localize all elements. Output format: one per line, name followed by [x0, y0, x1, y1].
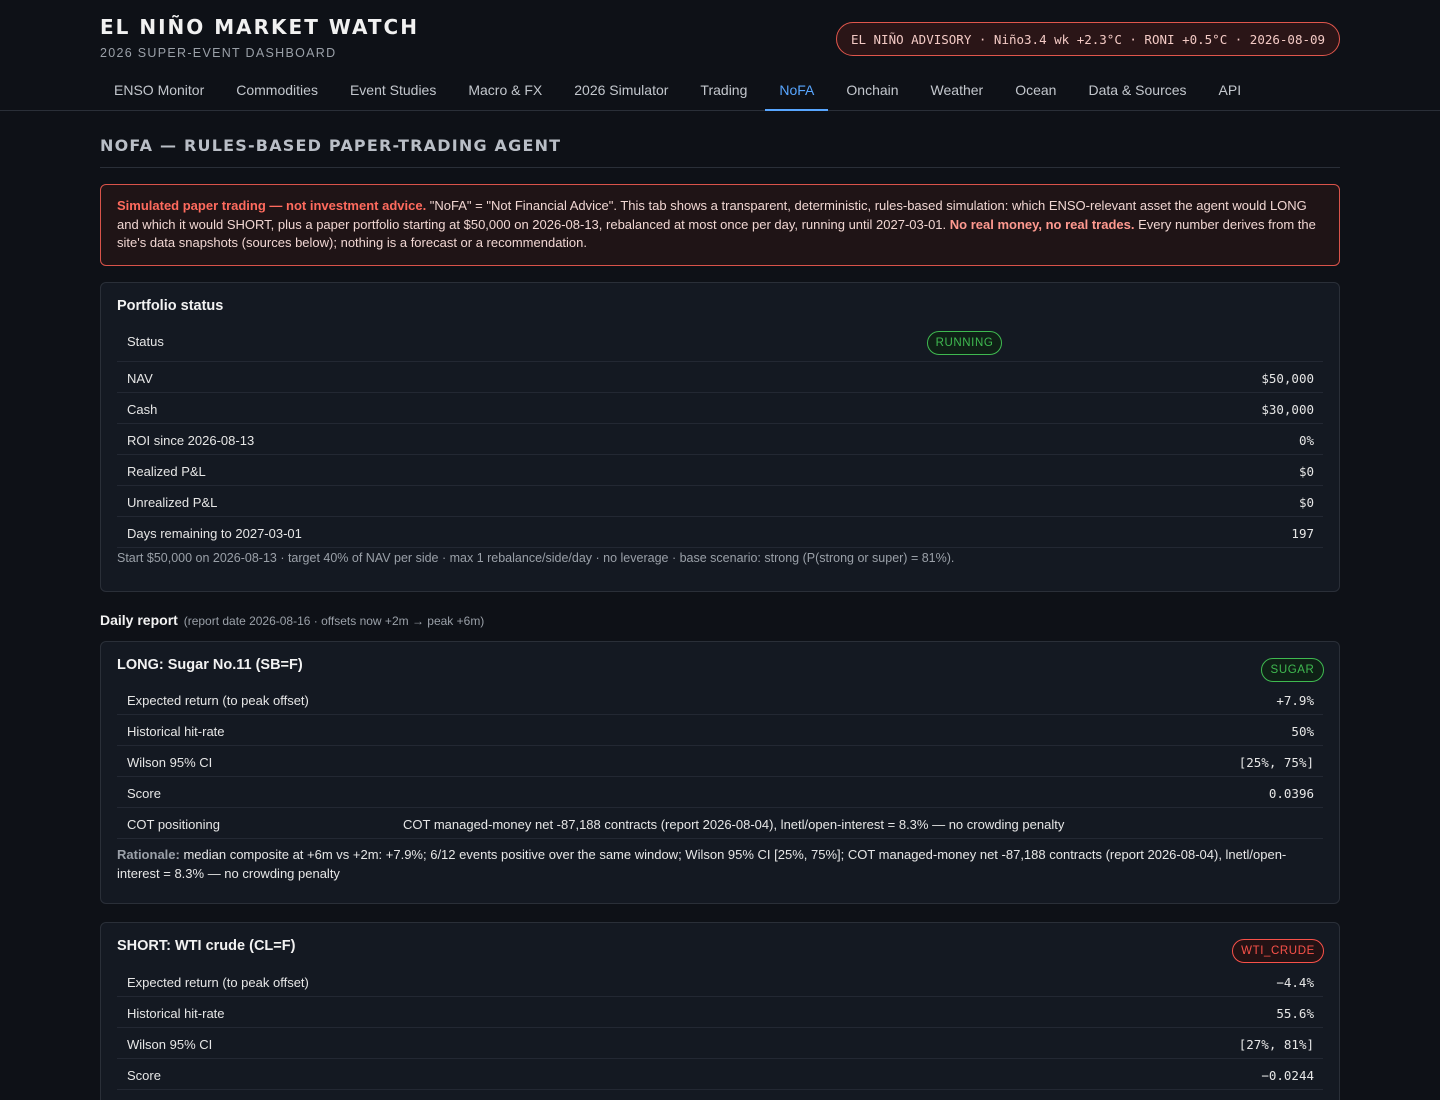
row-value: [27%, 81%]: [1238, 1037, 1314, 1052]
daily-report-heading: Daily report (report date 2026-08-16 · o…: [100, 612, 484, 628]
disclaimer-emphasis: No real money, no real trades.: [949, 216, 1135, 232]
disclaimer-banner: Simulated paper trading — not investment…: [100, 184, 1340, 266]
tab-trading[interactable]: Trading: [686, 70, 761, 111]
page-title: NOFA — RULES-BASED PAPER-TRADING AGENT: [100, 136, 562, 155]
row-value: −0.0244: [1261, 1068, 1314, 1083]
cot-positioning-value: COT managed-money net -87,188 contracts …: [403, 817, 1065, 832]
tab-data-sources[interactable]: Data & Sources: [1074, 70, 1200, 111]
row-label: NAV: [127, 371, 153, 386]
score-row: Score −0.0244: [117, 1059, 1323, 1090]
long-asset-badge: SUGAR: [1261, 658, 1324, 682]
tab-api[interactable]: API: [1205, 70, 1256, 111]
row-label: Score: [127, 1068, 161, 1083]
main-nav: ENSO Monitor Commodities Event Studies M…: [100, 70, 1259, 111]
status-label: Status: [127, 334, 164, 349]
row-value: 50%: [1291, 724, 1314, 739]
row-label: Historical hit-rate: [127, 1006, 225, 1021]
status-row: Status RUNNING: [117, 328, 1323, 362]
row-label: Days remaining to 2027-03-01: [127, 526, 302, 541]
status-badge: RUNNING: [927, 331, 1002, 355]
tab-enso-monitor[interactable]: ENSO Monitor: [100, 70, 218, 111]
nav-row: NAV $50,000: [117, 362, 1323, 393]
app-subtitle: 2026 SUPER-EVENT DASHBOARD: [100, 46, 337, 60]
tab-macro-fx[interactable]: Macro & FX: [454, 70, 556, 111]
days-remaining-row: Days remaining to 2027-03-01 197: [117, 517, 1323, 548]
title-divider: [100, 167, 1340, 168]
score-row: Score 0.0396: [117, 777, 1323, 808]
rationale-label: Rationale:: [117, 847, 180, 862]
row-label: Expected return (to peak offset): [127, 975, 309, 990]
cash-row: Cash $30,000: [117, 393, 1323, 424]
tab-onchain[interactable]: Onchain: [832, 70, 912, 111]
row-label: Expected return (to peak offset): [127, 693, 309, 708]
long-pick-card: LONG: Sugar No.11 (SB=F) SUGAR Expected …: [100, 641, 1340, 904]
row-value: 0.0396: [1268, 786, 1314, 801]
tab-weather[interactable]: Weather: [917, 70, 998, 111]
row-value: [25%, 75%]: [1238, 755, 1314, 770]
long-pick-title: LONG: Sugar No.11 (SB=F): [117, 657, 303, 673]
advisory-badge: EL NIÑO ADVISORY · Niño3.4 wk +2.3°C · R…: [836, 22, 1340, 56]
row-value: −4.4%: [1276, 975, 1314, 990]
short-pick-card: SHORT: WTI crude (CL=F) WTI_CRUDE Expect…: [100, 922, 1340, 1100]
expected-return-row: Expected return (to peak offset) −4.4%: [117, 966, 1323, 997]
row-value: $0: [1298, 495, 1314, 510]
unrealized-pnl-row: Unrealized P&L $0: [117, 486, 1323, 517]
row-value: $30,000: [1261, 402, 1314, 417]
roi-row: ROI since 2026-08-13 0%: [117, 424, 1323, 455]
row-value: $0: [1298, 464, 1314, 479]
long-rationale: Rationale: median composite at +6m vs +2…: [117, 846, 1307, 883]
tab-nofa[interactable]: NoFA: [765, 70, 829, 111]
short-pick-title: SHORT: WTI crude (CL=F): [117, 938, 296, 954]
row-label: Wilson 95% CI: [127, 1037, 213, 1052]
tab-event-studies[interactable]: Event Studies: [336, 70, 450, 111]
tab-ocean[interactable]: Ocean: [1001, 70, 1070, 111]
row-value: 55.6%: [1276, 1006, 1314, 1021]
daily-report-title: Daily report: [100, 612, 178, 628]
app-title: EL NIÑO MARKET WATCH: [100, 15, 419, 39]
tab-commodities[interactable]: Commodities: [222, 70, 332, 111]
rationale-text: median composite at +6m vs +2m: +7.9%; 6…: [117, 847, 1287, 881]
cot-positioning-row: COT positioning COT managed-money net -8…: [117, 808, 1323, 839]
hit-rate-row: Historical hit-rate 55.6%: [117, 997, 1323, 1028]
row-label: Unrealized P&L: [127, 495, 218, 510]
portfolio-footnote: Start $50,000 on 2026-08-13 · target 40%…: [117, 551, 955, 565]
disclaimer-lead: Simulated paper trading — not investment…: [117, 198, 427, 213]
row-label: Cash: [127, 402, 158, 417]
row-label: Score: [127, 786, 161, 801]
hit-rate-row: Historical hit-rate 50%: [117, 715, 1323, 746]
row-value: +7.9%: [1276, 693, 1314, 708]
wilson-ci-row: Wilson 95% CI [27%, 81%]: [117, 1028, 1323, 1059]
row-label: ROI since 2026-08-13: [127, 433, 255, 448]
row-value: $50,000: [1261, 371, 1314, 386]
row-value: 197: [1291, 526, 1314, 541]
row-label: Historical hit-rate: [127, 724, 225, 739]
row-label: Realized P&L: [127, 464, 206, 479]
portfolio-card-title: Portfolio status: [117, 298, 224, 314]
row-label: COT positioning: [127, 817, 220, 832]
wilson-ci-row: Wilson 95% CI [25%, 75%]: [117, 746, 1323, 777]
app-header: EL NIÑO MARKET WATCH 2026 SUPER-EVENT DA…: [0, 0, 1440, 111]
row-value: 0%: [1298, 433, 1314, 448]
row-label: Wilson 95% CI: [127, 755, 213, 770]
daily-report-subtitle: (report date 2026-08-16 · offsets now +2…: [183, 614, 485, 628]
portfolio-status-card: Portfolio status Status RUNNING NAV $50,…: [100, 282, 1340, 592]
realized-pnl-row: Realized P&L $0: [117, 455, 1323, 486]
short-asset-badge: WTI_CRUDE: [1232, 939, 1324, 963]
expected-return-row: Expected return (to peak offset) +7.9%: [117, 684, 1323, 715]
tab-2026-simulator[interactable]: 2026 Simulator: [560, 70, 682, 111]
